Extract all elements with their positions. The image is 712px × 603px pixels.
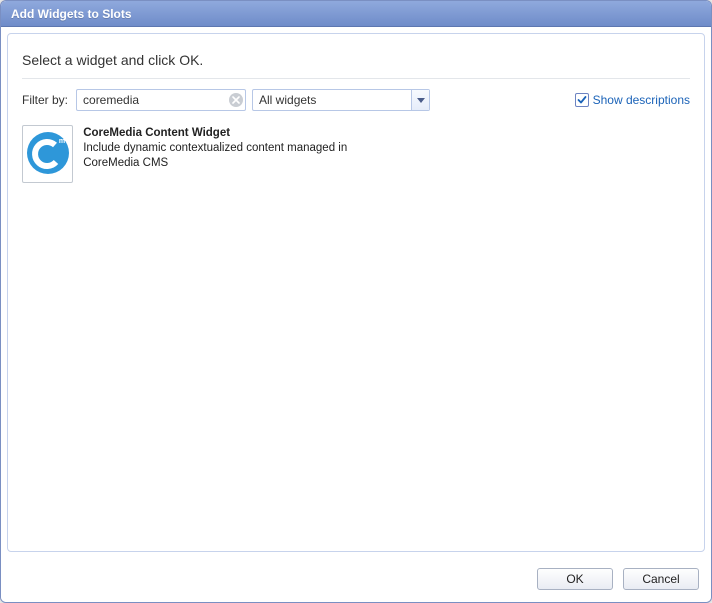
widget-description: Include dynamic contextualized content m… — [83, 141, 382, 171]
cancel-button[interactable]: Cancel — [623, 568, 699, 590]
coremedia-circle-icon: m — [25, 130, 71, 179]
dialog-body: Select a widget and click OK. Filter by:… — [7, 33, 705, 552]
widget-title: CoreMedia Content Widget — [83, 127, 382, 139]
show-descriptions-label: Show descriptions — [593, 93, 690, 107]
widget-tile[interactable]: m CoreMedia Content Widget Include dynam… — [22, 125, 382, 183]
dialog-window: Add Widgets to Slots Select a widget and… — [0, 0, 712, 603]
filter-input[interactable] — [76, 89, 246, 111]
show-descriptions-toggle[interactable]: Show descriptions — [575, 93, 690, 107]
checkbox-icon — [575, 93, 589, 107]
widget-type-select[interactable]: All widgets — [252, 89, 430, 111]
svg-text:m: m — [58, 138, 64, 145]
select-display: All widgets — [252, 89, 430, 111]
filter-input-wrap — [76, 89, 246, 111]
clear-filter-icon[interactable] — [229, 93, 243, 107]
ok-button[interactable]: OK — [537, 568, 613, 590]
dialog-footer: OK Cancel — [1, 558, 711, 602]
widget-list: m CoreMedia Content Widget Include dynam… — [22, 125, 690, 541]
filter-row: Filter by: All widgets — [22, 89, 690, 111]
widget-info: CoreMedia Content Widget Include dynamic… — [83, 125, 382, 171]
chevron-down-icon — [411, 90, 429, 110]
instruction-text: Select a widget and click OK. — [22, 52, 690, 68]
window-title: Add Widgets to Slots — [11, 7, 132, 21]
titlebar[interactable]: Add Widgets to Slots — [1, 1, 711, 27]
divider — [22, 78, 690, 79]
widget-icon-box: m — [22, 125, 73, 183]
filter-label: Filter by: — [22, 93, 68, 107]
